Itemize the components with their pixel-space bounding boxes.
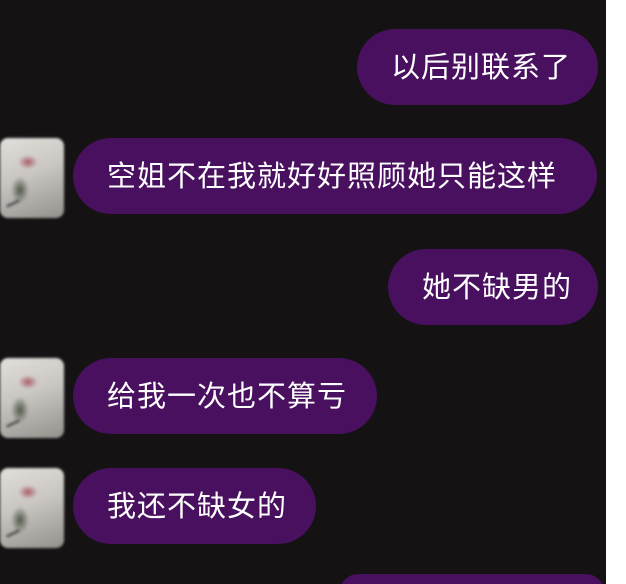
message-text: 她不缺男的 <box>422 270 573 304</box>
message-text: 以后别联系了 <box>391 50 572 84</box>
right-edge-strip <box>606 0 626 584</box>
message-text: 给我一次也不算亏 <box>107 379 348 413</box>
message-bubble-incoming[interactable]: 我还不缺女的 <box>73 468 316 544</box>
message-bubble-incoming[interactable]: 空姐不在我就好好照顾她只能这样 <box>73 138 597 214</box>
contact-avatar[interactable] <box>0 468 64 548</box>
message-bubble-outgoing[interactable]: 以后别联系了 <box>357 29 598 105</box>
contact-avatar[interactable] <box>0 138 64 218</box>
message-text: 空姐不在我就好好照顾她只能这样 <box>107 159 558 193</box>
message-bubble-outgoing[interactable]: 她不缺男的 <box>388 249 598 325</box>
message-text: 我还不缺女的 <box>107 489 288 523</box>
chat-thread: 以后别联系了 空姐不在我就好好照顾她只能这样 她不缺男的 给我一次也不算亏 我还… <box>0 0 626 584</box>
message-bubble-incoming[interactable]: 给我一次也不算亏 <box>73 358 377 434</box>
message-bubble-partial[interactable] <box>340 574 604 584</box>
contact-avatar[interactable] <box>0 358 64 438</box>
